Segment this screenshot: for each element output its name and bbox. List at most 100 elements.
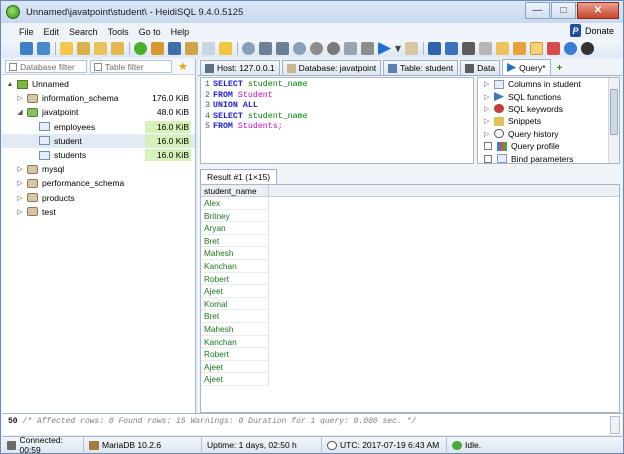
grid-cell[interactable]: Britney bbox=[201, 209, 269, 223]
checkbox-icon[interactable] bbox=[484, 142, 492, 151]
menu-tools[interactable]: Tools bbox=[103, 27, 134, 37]
refresh-icon[interactable] bbox=[134, 42, 147, 55]
tab-table[interactable]: Table: student bbox=[383, 60, 459, 75]
table-row[interactable]: Mahesh bbox=[201, 247, 619, 260]
grid-cell[interactable]: Mahesh bbox=[201, 322, 269, 336]
table-row[interactable]: Robert bbox=[201, 348, 619, 361]
helper-bind-parameters[interactable]: Bind parameters bbox=[478, 152, 619, 164]
menu-file[interactable]: File bbox=[14, 27, 39, 37]
helper-query-history[interactable]: ▷ Query history bbox=[478, 128, 619, 140]
delete-record-icon[interactable] bbox=[327, 42, 340, 55]
table-row[interactable]: Komal bbox=[201, 297, 619, 311]
find-icon[interactable] bbox=[496, 42, 509, 55]
expand-icon[interactable]: ▷ bbox=[16, 179, 24, 187]
tab-data[interactable]: Data bbox=[460, 60, 501, 75]
explain-icon[interactable] bbox=[405, 42, 418, 55]
expand-icon[interactable]: ▷ bbox=[16, 208, 24, 216]
expand-icon[interactable]: ▷ bbox=[484, 130, 492, 138]
table-row[interactable]: Alex bbox=[201, 197, 619, 210]
next-record-icon[interactable] bbox=[276, 42, 289, 55]
table-row[interactable]: Ajeet bbox=[201, 285, 619, 298]
helpers-scrollbar[interactable] bbox=[608, 78, 619, 163]
import-icon[interactable] bbox=[202, 42, 215, 55]
close-button[interactable]: ✕ bbox=[577, 2, 619, 19]
grid-cell[interactable]: Mahesh bbox=[201, 247, 269, 260]
expand-icon[interactable]: ▷ bbox=[484, 93, 492, 101]
post-record-icon[interactable] bbox=[344, 42, 357, 55]
table-row[interactable]: Bret bbox=[201, 234, 619, 248]
table-filter-input[interactable]: Table filter bbox=[90, 60, 172, 73]
last-record-icon[interactable] bbox=[293, 42, 306, 55]
sql-log[interactable]: 50 /* Affected rows: 0 Found rows: 15 Wa… bbox=[2, 413, 622, 435]
run-dropdown-icon[interactable] bbox=[395, 45, 401, 53]
expand-icon[interactable]: ▷ bbox=[16, 194, 24, 202]
sql-editor[interactable]: 1 SELECT student_name 2 FROM Student 3 UNIO… bbox=[200, 77, 474, 164]
expand-icon[interactable]: ▷ bbox=[16, 165, 24, 173]
tab-query[interactable]: Query* bbox=[502, 59, 551, 75]
tree-node-employees[interactable]: employees 16.0 KiB bbox=[2, 120, 195, 134]
session-manager-icon[interactable] bbox=[20, 42, 33, 55]
first-record-icon[interactable] bbox=[242, 42, 255, 55]
helper-sql-keywords[interactable]: ▷ SQL keywords bbox=[478, 103, 619, 115]
menu-edit[interactable]: Edit bbox=[39, 27, 65, 37]
grid-cell[interactable]: Kanchan bbox=[201, 259, 269, 273]
paste-icon[interactable] bbox=[77, 42, 90, 55]
tab-database[interactable]: Database: javatpoint bbox=[281, 60, 382, 75]
helper-columns[interactable]: ▷ Columns in student bbox=[478, 78, 619, 90]
menu-goto[interactable]: Go to bbox=[134, 27, 166, 37]
helper-sql-functions[interactable]: ▷ SQL functions bbox=[478, 90, 619, 102]
grid-cell[interactable]: Robert bbox=[201, 348, 269, 361]
minimize-button[interactable]: — bbox=[525, 2, 550, 19]
table-row[interactable]: Kanchan bbox=[201, 259, 619, 273]
table-row[interactable]: Bret bbox=[201, 310, 619, 323]
collapse-icon[interactable]: ◢ bbox=[16, 108, 24, 116]
expand-icon[interactable]: ▷ bbox=[484, 80, 492, 88]
auto-refresh-icon[interactable] bbox=[530, 42, 543, 55]
replace-icon[interactable] bbox=[513, 42, 526, 55]
add-query-tab-icon[interactable]: + bbox=[554, 62, 566, 74]
grid-cell[interactable]: Aryan bbox=[201, 222, 269, 235]
tree-node-performance-schema[interactable]: ▷ performance_schema bbox=[2, 176, 195, 190]
expand-icon[interactable]: ▲ bbox=[6, 81, 14, 88]
grid-cell[interactable]: Robert bbox=[201, 272, 269, 286]
prev-record-icon[interactable] bbox=[259, 42, 272, 55]
user-manager-icon[interactable] bbox=[168, 42, 181, 55]
result-grid[interactable]: student_name Alex Britney Aryan Bret Mah… bbox=[200, 184, 620, 413]
table-row[interactable]: Kanchan bbox=[201, 335, 619, 349]
tree-node-products[interactable]: ▷ products bbox=[2, 191, 195, 205]
table-row[interactable]: Ajeet bbox=[201, 360, 619, 374]
undo-icon[interactable] bbox=[94, 42, 107, 55]
database-filter-input[interactable]: Database filter bbox=[5, 60, 87, 73]
save-sql-icon[interactable] bbox=[428, 42, 441, 55]
table-row[interactable]: Mahesh bbox=[201, 322, 619, 336]
checkbox-icon[interactable] bbox=[484, 154, 492, 163]
grid-cell[interactable]: Alex bbox=[201, 197, 269, 210]
table-row[interactable]: Britney bbox=[201, 209, 619, 223]
tab-result-1[interactable]: Result #1 (1×15) bbox=[200, 169, 278, 184]
donate-button[interactable]: P Donate bbox=[569, 24, 614, 37]
tree-node-students[interactable]: students 16.0 KiB bbox=[2, 148, 195, 162]
help-icon[interactable] bbox=[564, 42, 577, 55]
save-snippet-icon[interactable] bbox=[445, 42, 458, 55]
menu-search[interactable]: Search bbox=[64, 27, 103, 37]
export-icon[interactable] bbox=[111, 42, 124, 55]
table-row[interactable]: Robert bbox=[201, 272, 619, 286]
helper-snippets[interactable]: ▷ Snippets bbox=[478, 115, 619, 127]
grid-cell[interactable]: Bret bbox=[201, 310, 269, 323]
tree-node-session[interactable]: ▲ Unnamed bbox=[2, 77, 195, 91]
expand-icon[interactable]: ▷ bbox=[16, 94, 24, 102]
cancel-record-icon[interactable] bbox=[361, 42, 374, 55]
export-sql-icon[interactable] bbox=[219, 42, 232, 55]
expand-icon[interactable]: ▷ bbox=[484, 105, 492, 113]
scrollbar-thumb[interactable] bbox=[610, 89, 618, 135]
tree-node-mysql[interactable]: ▷ mysql bbox=[2, 162, 195, 176]
copy-icon[interactable] bbox=[60, 42, 73, 55]
log-icon[interactable] bbox=[547, 42, 560, 55]
insert-record-icon[interactable] bbox=[310, 42, 323, 55]
grid-cell[interactable]: Ajeet bbox=[201, 373, 269, 386]
grid-cell[interactable]: Ajeet bbox=[201, 360, 269, 374]
favorites-star-icon[interactable]: ★ bbox=[178, 60, 188, 73]
grid-cell[interactable]: Bret bbox=[201, 234, 269, 248]
disconnect-icon[interactable] bbox=[37, 42, 50, 55]
load-sql-icon[interactable] bbox=[462, 42, 475, 55]
